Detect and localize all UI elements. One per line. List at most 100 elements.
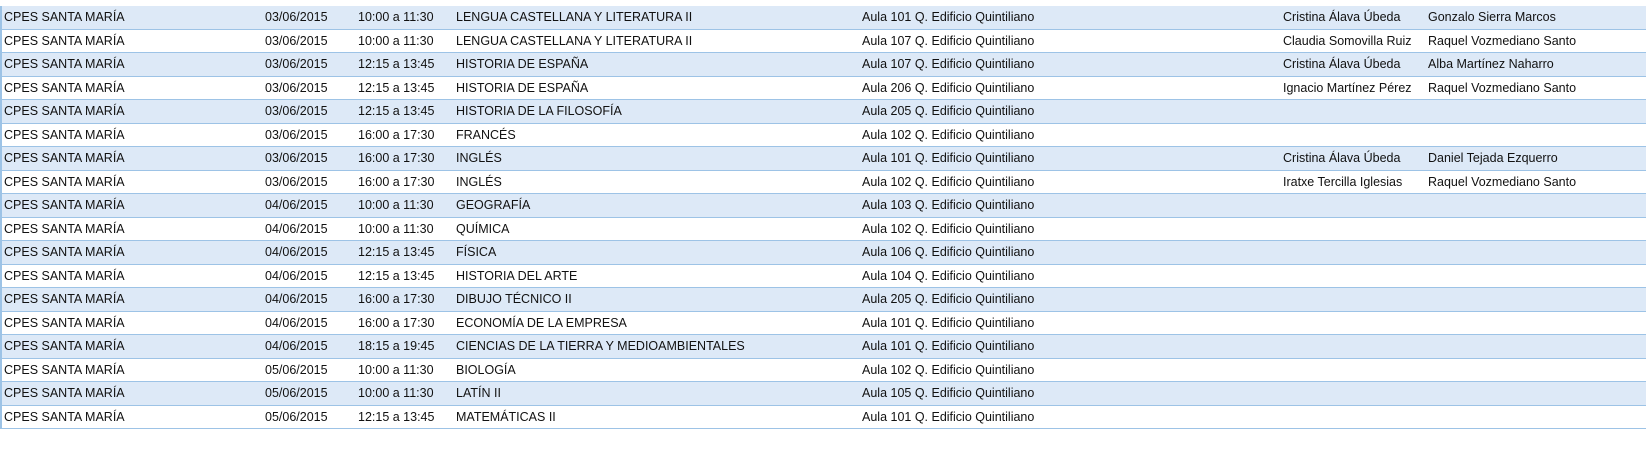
exam-time-cell[interactable]: 16:00 a 17:30 <box>358 147 453 170</box>
exam-center-cell[interactable]: CPES SANTA MARÍA <box>4 6 259 29</box>
exam-center-cell[interactable]: CPES SANTA MARÍA <box>4 382 259 405</box>
exam-subject-cell[interactable]: DIBUJO TÉCNICO II <box>456 288 856 311</box>
table-row[interactable]: CPES SANTA MARÍA 05/06/2015 10:00 a 11:30 L… <box>0 382 1646 406</box>
table-row[interactable]: CPES SANTA MARÍA 03/06/2015 12:15 a 13:45 H… <box>0 53 1646 77</box>
table-row[interactable]: CPES SANTA MARÍA 05/06/2015 12:15 a 13:45 M… <box>0 405 1646 429</box>
exam-subject-cell[interactable]: LENGUA CASTELLANA Y LITERATURA II <box>456 30 856 53</box>
exam-center-cell[interactable]: CPES SANTA MARÍA <box>4 241 259 264</box>
exam-date-cell[interactable]: 05/06/2015 <box>265 359 353 382</box>
exam-room-cell[interactable]: Aula 101 Q. Edificio Quintiliano <box>862 312 1277 335</box>
table-row[interactable]: CPES SANTA MARÍA 04/06/2015 10:00 a 11:30 Q… <box>0 217 1646 241</box>
invigilator-2-cell[interactable]: Daniel Tejada Ezquerro <box>1428 147 1646 170</box>
table-row[interactable]: CPES SANTA MARÍA 03/06/2015 10:00 a 11:30 L… <box>0 6 1646 30</box>
exam-subject-cell[interactable]: QUÍMICA <box>456 218 856 241</box>
table-row[interactable]: CPES SANTA MARÍA 04/06/2015 18:15 a 19:45 C… <box>0 335 1646 359</box>
exam-time-cell[interactable]: 16:00 a 17:30 <box>358 288 453 311</box>
table-row[interactable]: CPES SANTA MARÍA 04/06/2015 12:15 a 13:45 H… <box>0 264 1646 288</box>
exam-time-cell[interactable]: 12:15 a 13:45 <box>358 53 453 76</box>
exam-room-cell[interactable]: Aula 205 Q. Edificio Quintiliano <box>862 288 1277 311</box>
exam-center-cell[interactable]: CPES SANTA MARÍA <box>4 147 259 170</box>
table-row[interactable]: CPES SANTA MARÍA 03/06/2015 10:00 a 11:30 L… <box>0 29 1646 53</box>
exam-date-cell[interactable]: 03/06/2015 <box>265 171 353 194</box>
exam-room-cell[interactable]: Aula 101 Q. Edificio Quintiliano <box>862 406 1277 429</box>
exam-time-cell[interactable]: 12:15 a 13:45 <box>358 77 453 100</box>
exam-center-cell[interactable]: CPES SANTA MARÍA <box>4 100 259 123</box>
invigilator-1-cell[interactable]: Cristina Álava Úbeda <box>1283 53 1425 76</box>
invigilator-2-cell[interactable]: Alba Martínez Naharro <box>1428 53 1646 76</box>
exam-center-cell[interactable]: CPES SANTA MARÍA <box>4 124 259 147</box>
exam-date-cell[interactable]: 04/06/2015 <box>265 288 353 311</box>
invigilator-1-cell[interactable]: Ignacio Martínez Pérez <box>1283 77 1425 100</box>
exam-center-cell[interactable]: CPES SANTA MARÍA <box>4 77 259 100</box>
table-row[interactable]: CPES SANTA MARÍA 05/06/2015 10:00 a 11:30 B… <box>0 358 1646 382</box>
exam-room-cell[interactable]: Aula 102 Q. Edificio Quintiliano <box>862 171 1277 194</box>
table-row[interactable]: CPES SANTA MARÍA 04/06/2015 12:15 a 13:45 F… <box>0 241 1646 265</box>
exam-room-cell[interactable]: Aula 102 Q. Edificio Quintiliano <box>862 124 1277 147</box>
exam-time-cell[interactable]: 16:00 a 17:30 <box>358 171 453 194</box>
table-row[interactable]: CPES SANTA MARÍA 04/06/2015 16:00 a 17:30 D… <box>0 288 1646 312</box>
exam-time-cell[interactable]: 10:00 a 11:30 <box>358 6 453 29</box>
table-row[interactable]: CPES SANTA MARÍA 03/06/2015 12:15 a 13:45 H… <box>0 76 1646 100</box>
exam-date-cell[interactable]: 03/06/2015 <box>265 124 353 147</box>
table-row[interactable]: CPES SANTA MARÍA 03/06/2015 12:15 a 13:45 H… <box>0 100 1646 124</box>
table-row[interactable]: CPES SANTA MARÍA 04/06/2015 16:00 a 17:30 E… <box>0 311 1646 335</box>
invigilator-2-cell[interactable]: Raquel Vozmediano Santo <box>1428 77 1646 100</box>
exam-subject-cell[interactable]: INGLÉS <box>456 147 856 170</box>
exam-center-cell[interactable]: CPES SANTA MARÍA <box>4 30 259 53</box>
exam-time-cell[interactable]: 18:15 a 19:45 <box>358 335 453 358</box>
exam-center-cell[interactable]: CPES SANTA MARÍA <box>4 288 259 311</box>
exam-center-cell[interactable]: CPES SANTA MARÍA <box>4 194 259 217</box>
exam-date-cell[interactable]: 03/06/2015 <box>265 6 353 29</box>
exam-subject-cell[interactable]: FRANCÉS <box>456 124 856 147</box>
exam-room-cell[interactable]: Aula 106 Q. Edificio Quintiliano <box>862 241 1277 264</box>
exam-room-cell[interactable]: Aula 102 Q. Edificio Quintiliano <box>862 218 1277 241</box>
exam-room-cell[interactable]: Aula 107 Q. Edificio Quintiliano <box>862 53 1277 76</box>
exam-room-cell[interactable]: Aula 101 Q. Edificio Quintiliano <box>862 147 1277 170</box>
exam-subject-cell[interactable]: HISTORIA DE ESPAÑA <box>456 77 856 100</box>
exam-room-cell[interactable]: Aula 205 Q. Edificio Quintiliano <box>862 100 1277 123</box>
invigilator-2-cell[interactable]: Gonzalo Sierra Marcos <box>1428 6 1646 29</box>
exam-room-cell[interactable]: Aula 101 Q. Edificio Quintiliano <box>862 6 1277 29</box>
table-row[interactable]: CPES SANTA MARÍA 03/06/2015 16:00 a 17:30 I… <box>0 170 1646 194</box>
exam-center-cell[interactable]: CPES SANTA MARÍA <box>4 53 259 76</box>
exam-room-cell[interactable]: Aula 103 Q. Edificio Quintiliano <box>862 194 1277 217</box>
exam-room-cell[interactable]: Aula 105 Q. Edificio Quintiliano <box>862 382 1277 405</box>
exam-subject-cell[interactable]: LENGUA CASTELLANA Y LITERATURA II <box>456 6 856 29</box>
exam-date-cell[interactable]: 03/06/2015 <box>265 30 353 53</box>
exam-center-cell[interactable]: CPES SANTA MARÍA <box>4 359 259 382</box>
exam-center-cell[interactable]: CPES SANTA MARÍA <box>4 265 259 288</box>
exam-date-cell[interactable]: 04/06/2015 <box>265 265 353 288</box>
exam-date-cell[interactable]: 04/06/2015 <box>265 194 353 217</box>
exam-subject-cell[interactable]: MATEMÁTICAS II <box>456 406 856 429</box>
table-row[interactable]: CPES SANTA MARÍA 03/06/2015 16:00 a 17:30 I… <box>0 147 1646 171</box>
exam-time-cell[interactable]: 12:15 a 13:45 <box>358 100 453 123</box>
exam-time-cell[interactable]: 10:00 a 11:30 <box>358 30 453 53</box>
exam-center-cell[interactable]: CPES SANTA MARÍA <box>4 171 259 194</box>
exam-center-cell[interactable]: CPES SANTA MARÍA <box>4 406 259 429</box>
exam-center-cell[interactable]: CPES SANTA MARÍA <box>4 335 259 358</box>
exam-time-cell[interactable]: 12:15 a 13:45 <box>358 265 453 288</box>
exam-subject-cell[interactable]: GEOGRAFÍA <box>456 194 856 217</box>
exam-time-cell[interactable]: 10:00 a 11:30 <box>358 194 453 217</box>
invigilator-2-cell[interactable]: Raquel Vozmediano Santo <box>1428 30 1646 53</box>
exam-subject-cell[interactable]: HISTORIA DE ESPAÑA <box>456 53 856 76</box>
exam-subject-cell[interactable]: BIOLOGÍA <box>456 359 856 382</box>
exam-date-cell[interactable]: 04/06/2015 <box>265 335 353 358</box>
exam-time-cell[interactable]: 16:00 a 17:30 <box>358 124 453 147</box>
exam-center-cell[interactable]: CPES SANTA MARÍA <box>4 218 259 241</box>
exam-time-cell[interactable]: 10:00 a 11:30 <box>358 359 453 382</box>
invigilator-1-cell[interactable]: Cristina Álava Úbeda <box>1283 147 1425 170</box>
exam-date-cell[interactable]: 03/06/2015 <box>265 100 353 123</box>
exam-date-cell[interactable]: 04/06/2015 <box>265 218 353 241</box>
exam-date-cell[interactable]: 04/06/2015 <box>265 312 353 335</box>
exam-time-cell[interactable]: 12:15 a 13:45 <box>358 241 453 264</box>
table-row[interactable]: CPES SANTA MARÍA 04/06/2015 10:00 a 11:30 G… <box>0 194 1646 218</box>
table-row[interactable]: CPES SANTA MARÍA 03/06/2015 16:00 a 17:30 F… <box>0 123 1646 147</box>
exam-time-cell[interactable]: 10:00 a 11:30 <box>358 218 453 241</box>
exam-room-cell[interactable]: Aula 107 Q. Edificio Quintiliano <box>862 30 1277 53</box>
invigilator-1-cell[interactable]: Claudia Somovilla Ruiz <box>1283 30 1425 53</box>
exam-room-cell[interactable]: Aula 101 Q. Edificio Quintiliano <box>862 335 1277 358</box>
exam-date-cell[interactable]: 03/06/2015 <box>265 77 353 100</box>
exam-subject-cell[interactable]: ECONOMÍA DE LA EMPRESA <box>456 312 856 335</box>
exam-subject-cell[interactable]: HISTORIA DE LA FILOSOFÍA <box>456 100 856 123</box>
